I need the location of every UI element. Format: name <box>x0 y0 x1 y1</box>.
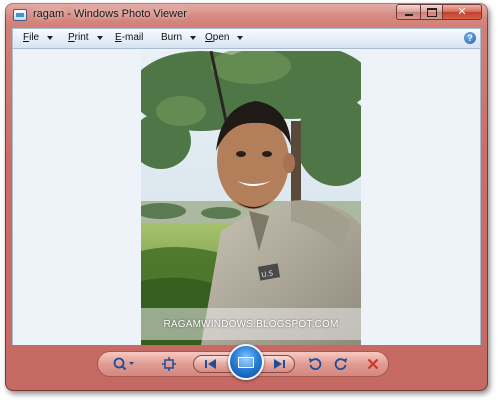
menu-burn-label: Burn <box>161 32 183 43</box>
menu-email-access-key: E <box>115 32 122 43</box>
actual-size-button[interactable] <box>160 356 178 372</box>
menu-print[interactable]: Print <box>68 32 103 43</box>
rotate-counterclockwise-icon <box>309 358 322 371</box>
slideshow-icon <box>238 356 254 368</box>
watermark-text: RAGAMWINDOWS.BLOGSPOT.COM <box>163 318 339 330</box>
menu-file-label: ile <box>29 32 40 43</box>
title-bar[interactable]: ragam - Windows Photo Viewer ✕ <box>5 3 488 27</box>
maximize-icon <box>426 7 437 17</box>
zoom-icon <box>113 357 134 371</box>
menu-burn[interactable]: Burn <box>161 32 197 43</box>
chevron-down-icon <box>96 35 103 40</box>
photo-viewer-window: ragam - Windows Photo Viewer ✕ File Prin… <box>5 3 488 391</box>
next-icon <box>274 359 285 369</box>
help-icon[interactable]: ? <box>464 32 476 44</box>
window-title: ragam - Windows Photo Viewer <box>33 8 187 20</box>
caption-buttons: ✕ <box>396 4 482 22</box>
rotate-clockwise-button[interactable] <box>332 356 350 372</box>
rotate-clockwise-icon <box>334 358 347 371</box>
photo-watermark: RAGAMWINDOWS.BLOGSPOT.COM <box>141 308 361 340</box>
previous-icon <box>205 359 216 369</box>
displayed-photo[interactable]: U.S RAGAMWINDOWS.BLOGSPOT.COM <box>141 51 361 345</box>
menu-print-label: rint <box>74 32 89 43</box>
chevron-down-icon <box>190 35 197 40</box>
minimize-button[interactable] <box>396 4 420 20</box>
minimize-icon <box>404 14 413 16</box>
chevron-down-icon <box>47 35 54 40</box>
menu-bar: File Print E -mail Burn Open ? <box>12 28 481 49</box>
rotate-counterclockwise-button[interactable] <box>306 356 324 372</box>
previous-button[interactable] <box>202 356 220 372</box>
close-icon: ✕ <box>457 5 467 18</box>
menu-file[interactable]: File <box>23 32 54 43</box>
menu-open-label: pen <box>212 32 230 43</box>
slideshow-button[interactable] <box>228 344 264 380</box>
menu-print-access-key: P <box>68 32 75 43</box>
menu-email-label: -mail <box>121 32 144 43</box>
maximize-button[interactable] <box>420 4 442 20</box>
next-button[interactable] <box>270 356 288 372</box>
photo-image: U.S <box>141 51 361 345</box>
actual-size-icon <box>162 357 176 371</box>
photo-viewer-app-icon[interactable] <box>13 9 27 21</box>
chevron-down-icon <box>237 35 244 40</box>
close-button[interactable]: ✕ <box>442 4 482 20</box>
menu-email[interactable]: E -mail <box>115 32 143 43</box>
delete-icon <box>367 358 379 370</box>
menu-open[interactable]: Open <box>205 32 244 43</box>
image-viewport[interactable]: U.S RAGAMWINDOWS.BLOGSPOT.COM <box>12 49 481 345</box>
delete-button[interactable] <box>364 356 382 372</box>
zoom-button[interactable] <box>112 356 138 372</box>
menu-open-access-key: O <box>205 32 213 43</box>
